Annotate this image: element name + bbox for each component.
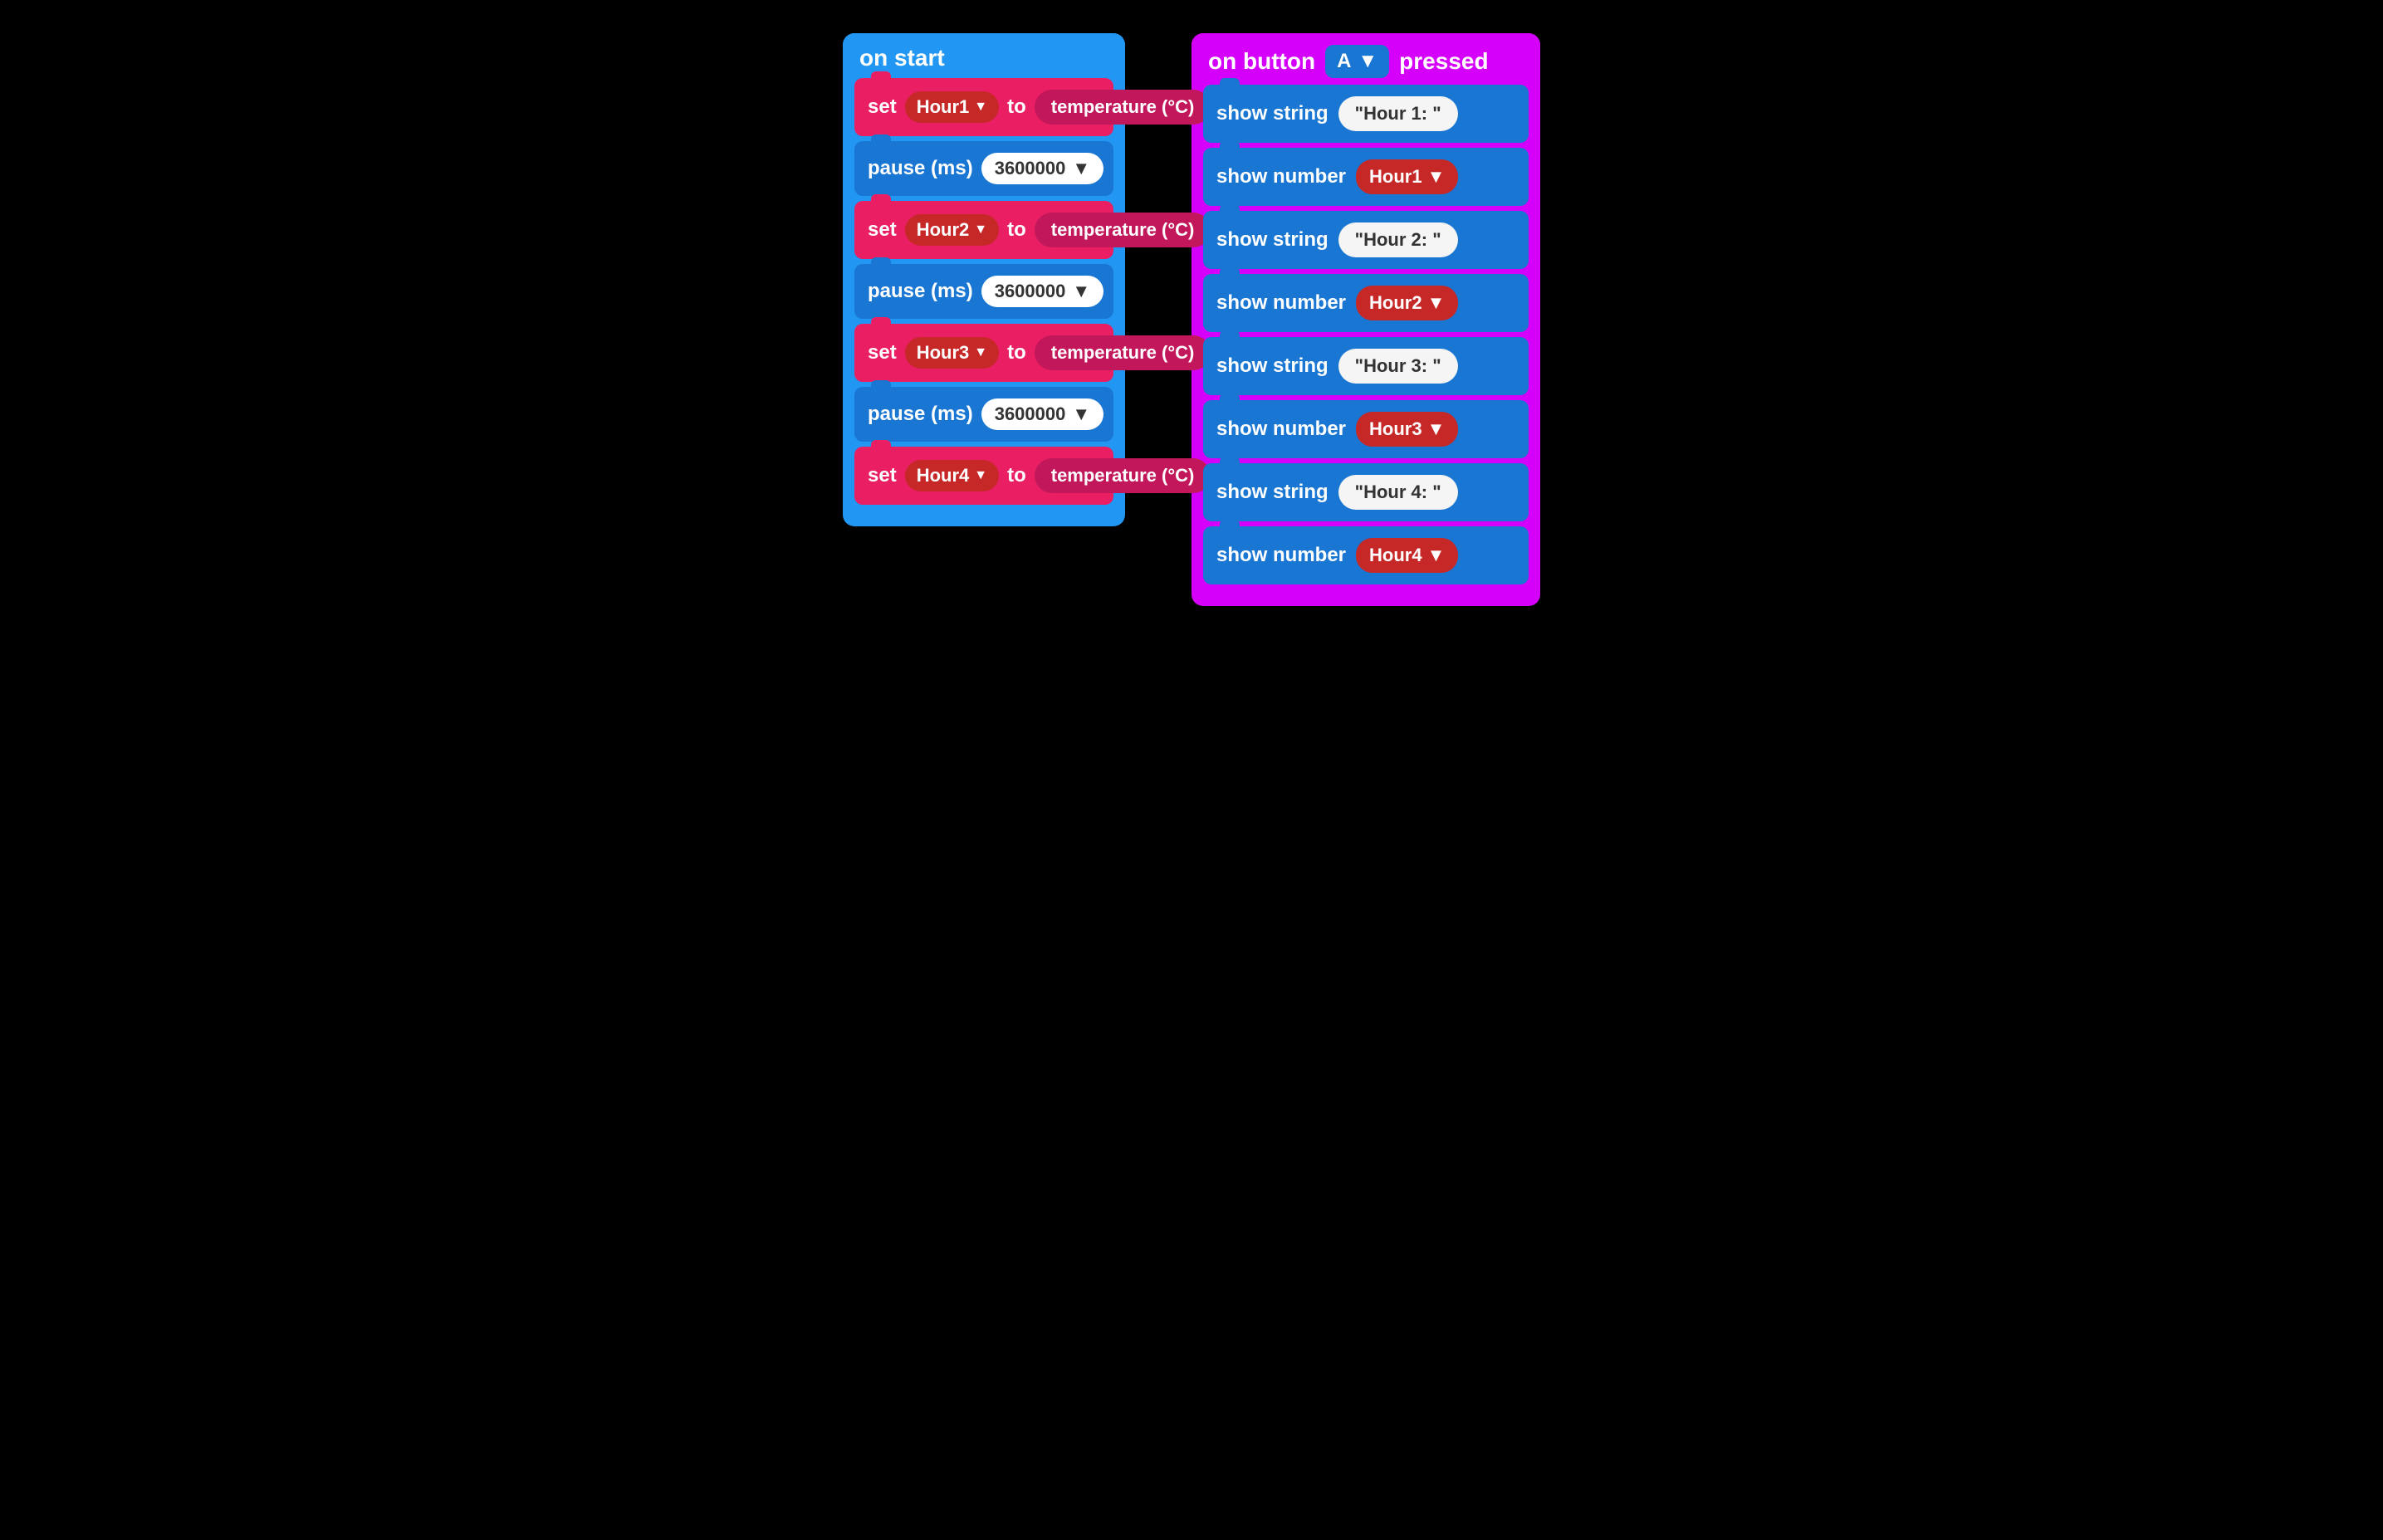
show-number-2-label: show number xyxy=(1216,291,1346,315)
show-string-2-block: show string "Hour 2: " xyxy=(1203,211,1529,269)
show-number-4-block: show number Hour4 ▼ xyxy=(1203,526,1529,584)
show-string-4-label: show string xyxy=(1216,481,1329,504)
hour1-var-label: Hour1 xyxy=(917,96,970,118)
pause-value-1[interactable]: 3600000 ▼ xyxy=(981,153,1103,184)
hour1-number-pill[interactable]: Hour1 ▼ xyxy=(1356,159,1458,194)
hour4-var-label: Hour4 xyxy=(917,465,970,486)
set-hour3-block: set Hour3 ▼ to temperature (°C) xyxy=(854,324,1113,382)
to-label-3: to xyxy=(1007,341,1026,364)
show-string-1-block: show string "Hour 1: " xyxy=(1203,85,1529,143)
on-button-panel: on button A ▼ pressed show string "Hour … xyxy=(1192,33,1540,606)
hour2-number-var: Hour2 xyxy=(1369,292,1422,314)
hour2-var-label: Hour2 xyxy=(917,219,970,241)
pause-label-2: pause (ms) xyxy=(868,280,973,303)
pause-arrow-2[interactable]: ▼ xyxy=(1072,281,1090,302)
pause-block-1: pause (ms) 3600000 ▼ xyxy=(854,141,1113,196)
on-start-label: on start xyxy=(859,45,945,71)
pause-num-2: 3600000 xyxy=(995,281,1066,302)
show-string-2-label: show string xyxy=(1216,228,1329,252)
hat-prefix: on button xyxy=(1208,48,1315,75)
show-number-3-block: show number Hour3 ▼ xyxy=(1203,400,1529,458)
show-number-4-label: show number xyxy=(1216,544,1346,567)
hour4-string-value: "Hour 4: " xyxy=(1338,475,1458,510)
pause-value-3[interactable]: 3600000 ▼ xyxy=(981,398,1103,430)
temp-value-3: temperature (°C) xyxy=(1035,335,1211,370)
hour3-var-label: Hour3 xyxy=(917,342,970,364)
show-string-3-label: show string xyxy=(1216,354,1329,378)
pause-block-2: pause (ms) 3600000 ▼ xyxy=(854,264,1113,319)
button-a-label: A xyxy=(1337,50,1351,73)
hour1-number-var: Hour1 xyxy=(1369,166,1422,188)
pause-num-3: 3600000 xyxy=(995,403,1066,425)
on-start-panel: on start set Hour1 ▼ to temperature (°C)… xyxy=(843,33,1125,526)
pause-arrow-3[interactable]: ▼ xyxy=(1072,403,1090,425)
hour4-number-pill[interactable]: Hour4 ▼ xyxy=(1356,538,1458,573)
left-inner-blocks: set Hour1 ▼ to temperature (°C) pause (m… xyxy=(843,78,1125,510)
to-label-1: to xyxy=(1007,95,1026,119)
pause-value-2[interactable]: 3600000 ▼ xyxy=(981,276,1103,307)
to-label-4: to xyxy=(1007,464,1026,487)
hour4-number-arrow[interactable]: ▼ xyxy=(1427,545,1446,566)
hour4-dropdown-arrow[interactable]: ▼ xyxy=(974,468,987,483)
workspace: on start set Hour1 ▼ to temperature (°C)… xyxy=(843,33,1540,606)
temp-value-2: temperature (°C) xyxy=(1035,213,1211,247)
set-label-2: set xyxy=(868,218,897,242)
hour2-number-arrow[interactable]: ▼ xyxy=(1427,292,1446,314)
show-number-1-label: show number xyxy=(1216,165,1346,188)
show-number-1-block: show number Hour1 ▼ xyxy=(1203,148,1529,206)
hour1-number-arrow[interactable]: ▼ xyxy=(1427,166,1446,188)
hour3-number-var: Hour3 xyxy=(1369,418,1422,440)
set-hour2-block: set Hour2 ▼ to temperature (°C) xyxy=(854,201,1113,259)
pause-block-3: pause (ms) 3600000 ▼ xyxy=(854,387,1113,442)
set-hour4-block: set Hour4 ▼ to temperature (°C) xyxy=(854,447,1113,505)
hour2-dropdown-arrow[interactable]: ▼ xyxy=(974,222,987,237)
hour3-var-pill[interactable]: Hour3 ▼ xyxy=(905,337,999,369)
hour3-dropdown-arrow[interactable]: ▼ xyxy=(974,345,987,360)
hour4-number-var: Hour4 xyxy=(1369,545,1422,566)
pause-num-1: 3600000 xyxy=(995,158,1066,179)
on-start-container: on start set Hour1 ▼ to temperature (°C)… xyxy=(843,33,1125,526)
hour2-var-pill[interactable]: Hour2 ▼ xyxy=(905,214,999,246)
show-number-2-block: show number Hour2 ▼ xyxy=(1203,274,1529,332)
set-label-4: set xyxy=(868,464,897,487)
pause-label-1: pause (ms) xyxy=(868,157,973,180)
to-label-2: to xyxy=(1007,218,1026,242)
temp-value-1: temperature (°C) xyxy=(1035,90,1211,125)
hour4-var-pill[interactable]: Hour4 ▼ xyxy=(905,460,999,491)
pause-arrow-1[interactable]: ▼ xyxy=(1072,158,1090,179)
temp-value-4: temperature (°C) xyxy=(1035,458,1211,493)
hour1-string-value: "Hour 1: " xyxy=(1338,96,1458,131)
set-label-3: set xyxy=(868,341,897,364)
show-string-3-block: show string "Hour 3: " xyxy=(1203,337,1529,395)
right-inner-blocks: show string "Hour 1: " show number Hour1… xyxy=(1192,85,1540,589)
hour1-dropdown-arrow[interactable]: ▼ xyxy=(974,100,987,115)
hour3-number-arrow[interactable]: ▼ xyxy=(1427,418,1446,440)
hour2-number-pill[interactable]: Hour2 ▼ xyxy=(1356,286,1458,320)
hat-suffix: pressed xyxy=(1399,48,1488,75)
hour1-var-pill[interactable]: Hour1 ▼ xyxy=(905,91,999,123)
hour2-string-value: "Hour 2: " xyxy=(1338,222,1458,257)
set-label-1: set xyxy=(868,95,897,119)
on-button-hat: on button A ▼ pressed xyxy=(1192,33,1540,85)
on-button-container: on button A ▼ pressed show string "Hour … xyxy=(1192,33,1540,606)
hour3-string-value: "Hour 3: " xyxy=(1338,349,1458,384)
show-number-3-label: show number xyxy=(1216,418,1346,441)
hour3-number-pill[interactable]: Hour3 ▼ xyxy=(1356,412,1458,447)
button-a-pill[interactable]: A ▼ xyxy=(1325,45,1389,78)
set-hour1-block: set Hour1 ▼ to temperature (°C) xyxy=(854,78,1113,136)
show-string-1-label: show string xyxy=(1216,102,1329,125)
show-string-4-block: show string "Hour 4: " xyxy=(1203,463,1529,521)
button-a-arrow[interactable]: ▼ xyxy=(1358,50,1377,73)
pause-label-3: pause (ms) xyxy=(868,403,973,426)
